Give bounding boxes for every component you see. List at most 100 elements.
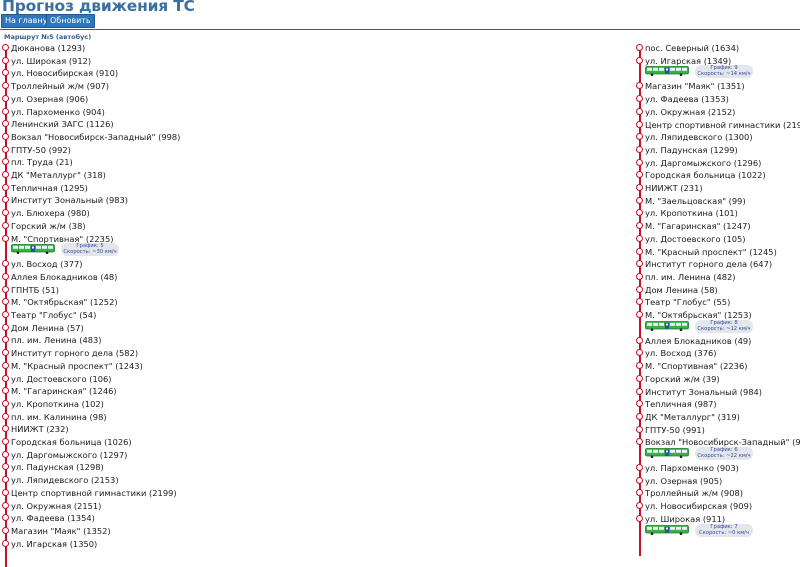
stop-dot-icon — [2, 120, 9, 128]
stop-dot-icon — [636, 44, 643, 51]
stop-dot-icon — [2, 221, 9, 229]
stop-name: Троллейный ж/м (907) — [11, 81, 109, 92]
stop-dot-icon — [2, 44, 9, 51]
stop-name: ул. Новосибирская (910) — [11, 68, 119, 79]
stop-name: Ленинский ЗАГС (1126) — [11, 119, 114, 130]
stop-dot-icon — [2, 298, 9, 306]
stop-dot-icon — [2, 488, 9, 496]
bus-icon — [11, 244, 55, 255]
stop-name: пл. им. Калинина (98) — [11, 411, 107, 422]
stop-dot-icon — [636, 489, 643, 497]
stop-name: ул. Озерная (905) — [645, 475, 723, 486]
stop-name: Тепличная (1295) — [11, 182, 88, 193]
stop-name: ул. Блюхера (980) — [11, 208, 90, 219]
header-divider — [0, 29, 800, 30]
route-label: Маршрут №5 (автобус) — [4, 33, 92, 41]
stop-name: ул. Падунская (1298) — [11, 462, 104, 473]
stop-dot-icon — [636, 311, 643, 318]
stop-dot-icon — [636, 145, 643, 153]
stop-name: Институт Зональный (983) — [11, 195, 129, 206]
vehicle-info-bubble: График: 6 Скорость: ~22 км/ч — [695, 447, 753, 460]
stop-dot-icon — [2, 501, 9, 509]
stop-name: ул. Пархоменко (904) — [11, 106, 105, 117]
stop-dot-icon — [636, 184, 643, 191]
stop-dot-icon — [2, 285, 9, 293]
vehicle-speed: Скорость: ~22 км/ч — [697, 453, 751, 459]
stop-dot-icon — [2, 82, 9, 90]
stop-dot-icon — [2, 349, 9, 357]
stop-dot-icon — [2, 209, 9, 217]
stop-dot-icon — [636, 196, 643, 204]
stop-dot-icon — [636, 120, 643, 128]
stop-name: Институт горного дела (582) — [11, 348, 139, 359]
stop-name: ул. Пархоменко (903) — [645, 463, 739, 473]
stop-dot-icon — [636, 476, 643, 484]
stop-dot-icon — [2, 438, 9, 445]
stop-dot-icon — [636, 82, 643, 90]
stop-dot-icon — [2, 132, 9, 140]
stop-dot-icon — [636, 95, 643, 103]
stop-dot-icon — [2, 171, 9, 178]
vehicle-info-bubble: График: 5 Скорость: ~30 км/ч — [61, 243, 119, 257]
stop-name: пл. Труда (21) — [11, 157, 73, 168]
stop-dot-icon — [636, 412, 643, 420]
stop-name: М. "Гагаринская" (1247) — [645, 221, 751, 232]
stop-dot-icon — [2, 361, 9, 369]
stop-dot-icon — [2, 272, 9, 280]
vehicle-info-bubble: График: 9 Скорость: ~14 км/ч — [695, 65, 753, 79]
stop-dot-icon — [2, 311, 9, 318]
stop-name: ГПТУ-50 (991) — [645, 424, 705, 435]
refresh-button[interactable]: Обновить — [46, 14, 95, 28]
stop-name: ул. Окружная (2151) — [11, 500, 102, 511]
stop-name: Центр спортивной гимнастики (2198) — [645, 119, 800, 130]
stop-name: ГПНТБ (51) — [11, 284, 59, 295]
stop-name: Вокзал "Новосибирск-Западный" (998) — [11, 131, 181, 142]
stop-dot-icon — [2, 183, 9, 191]
vehicle-speed: Скорость: ~30 км/ч — [63, 249, 117, 256]
vehicle-speed: Скорость: ~14 км/ч — [697, 71, 751, 78]
stop-name: НИИЖТ (231) — [645, 183, 703, 193]
stop-name: пл. им. Ленина (483) — [11, 335, 102, 346]
stop-dot-icon — [2, 336, 9, 344]
stop-name: ул. Кропоткина (101) — [645, 208, 738, 219]
stop-dot-icon — [2, 387, 9, 395]
stop-dot-icon — [636, 56, 643, 64]
stop-name: Аллея Блокадников (48) — [11, 271, 118, 282]
stop-dot-icon — [2, 374, 9, 382]
stop-name: Дом Ленина (58) — [645, 284, 718, 295]
stop-name: ул. Ляпидевского (1300) — [645, 132, 753, 143]
stop-dot-icon — [2, 234, 9, 242]
stop-dot-icon — [2, 412, 9, 420]
stop-name: ул. Озерная (906) — [11, 93, 89, 104]
stop-name: ул. Окружная (2152) — [645, 106, 736, 117]
stop-name: Магазин "Маяк" (1352) — [11, 525, 111, 536]
stop-name: Троллейный ж/м (908) — [645, 488, 743, 499]
stop-name: Институт Зональный (984) — [645, 386, 763, 397]
stop-dot-icon — [636, 285, 643, 293]
stop-name: Магазин "Маяк" (1351) — [645, 81, 745, 92]
stop-dot-icon — [2, 94, 9, 102]
vehicle-speed: Скорость: ~12 км/ч — [697, 325, 751, 332]
stop-name: Дом Ленина (57) — [11, 322, 84, 333]
stop-name: ДК "Металлург" (318) — [11, 170, 106, 180]
bus-icon — [645, 320, 689, 331]
stop-name: Городская больница (1026) — [11, 437, 132, 447]
vehicle-info-bubble: График: 8 Скорость: ~12 км/ч — [695, 319, 753, 333]
stop-name: Аллея Блокадников (49) — [645, 335, 752, 346]
stop-name: ул. Достоевского (105) — [645, 233, 746, 244]
stop-dot-icon — [2, 450, 9, 458]
stop-dot-icon — [636, 298, 643, 306]
stop-dot-icon — [2, 463, 9, 471]
stop-dot-icon — [636, 209, 643, 217]
stop-dot-icon — [636, 362, 643, 370]
stop-name: пос. Северный (1634) — [645, 43, 740, 53]
stop-dot-icon — [636, 336, 643, 344]
page-title: Прогноз движения ТС — [2, 0, 195, 15]
stop-dot-icon — [2, 539, 9, 547]
stop-dot-icon — [636, 107, 643, 115]
stop-dot-icon — [636, 222, 643, 230]
stop-dot-icon — [636, 400, 643, 408]
stop-dot-icon — [636, 158, 643, 166]
stop-name: М. "Октябрьская" (1252) — [11, 297, 118, 308]
stop-name: Городская больница (1022) — [645, 170, 766, 181]
